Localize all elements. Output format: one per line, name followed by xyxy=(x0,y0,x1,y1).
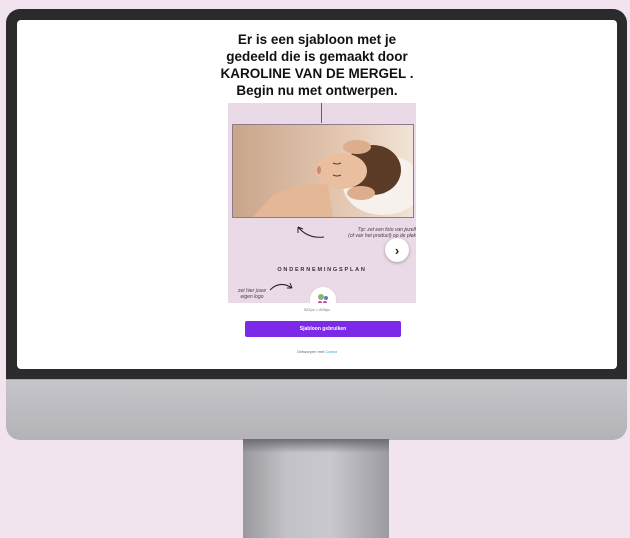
monitor-screen: Er is een sjabloon met je gedeeld die is… xyxy=(17,20,617,369)
logo-hint-text: zet hier jouw eigen logo xyxy=(232,288,272,300)
headline-line: KAROLINE VAN DE MERGEL . xyxy=(220,66,414,81)
template-preview[interactable]: Tip: zet een foto van jezelf (of van het… xyxy=(228,103,416,303)
section-title: ONDERNEMINGSPLAN xyxy=(277,267,367,273)
monitor-stand xyxy=(243,439,389,538)
spa-photo-image xyxy=(233,125,413,217)
divider-line xyxy=(321,103,322,123)
footer-credit: Ontworpen met Canva xyxy=(217,349,417,354)
footer-prefix: Ontworpen met xyxy=(296,349,325,354)
spa-photo xyxy=(232,124,414,218)
next-page-button[interactable]: › xyxy=(385,238,409,262)
headline-line: gedeeld die is gemaakt door xyxy=(226,49,408,64)
logo-placeholder xyxy=(309,286,337,303)
template-dimensions: 522px × 800px xyxy=(303,307,331,312)
tip-text: Tip: zet een foto van jezelf (of van het… xyxy=(316,227,416,239)
curved-arrow-icon xyxy=(269,282,293,291)
canva-brand-link[interactable]: Canva xyxy=(325,349,337,354)
monitor-stand-shadow xyxy=(243,439,389,453)
chevron-right-icon: › xyxy=(394,242,400,258)
logo-hint-line: eigen logo xyxy=(240,294,264,300)
use-template-button[interactable]: Sjabloon gebruiken xyxy=(245,321,401,337)
headline-line: Begin nu met ontwerpen. xyxy=(236,83,398,98)
logo-dots-icon xyxy=(318,294,328,303)
page-headline: Er is een sjabloon met je gedeeld die is… xyxy=(217,31,417,99)
monitor-chin xyxy=(6,379,627,440)
headline-line: Er is een sjabloon met je xyxy=(237,32,397,47)
